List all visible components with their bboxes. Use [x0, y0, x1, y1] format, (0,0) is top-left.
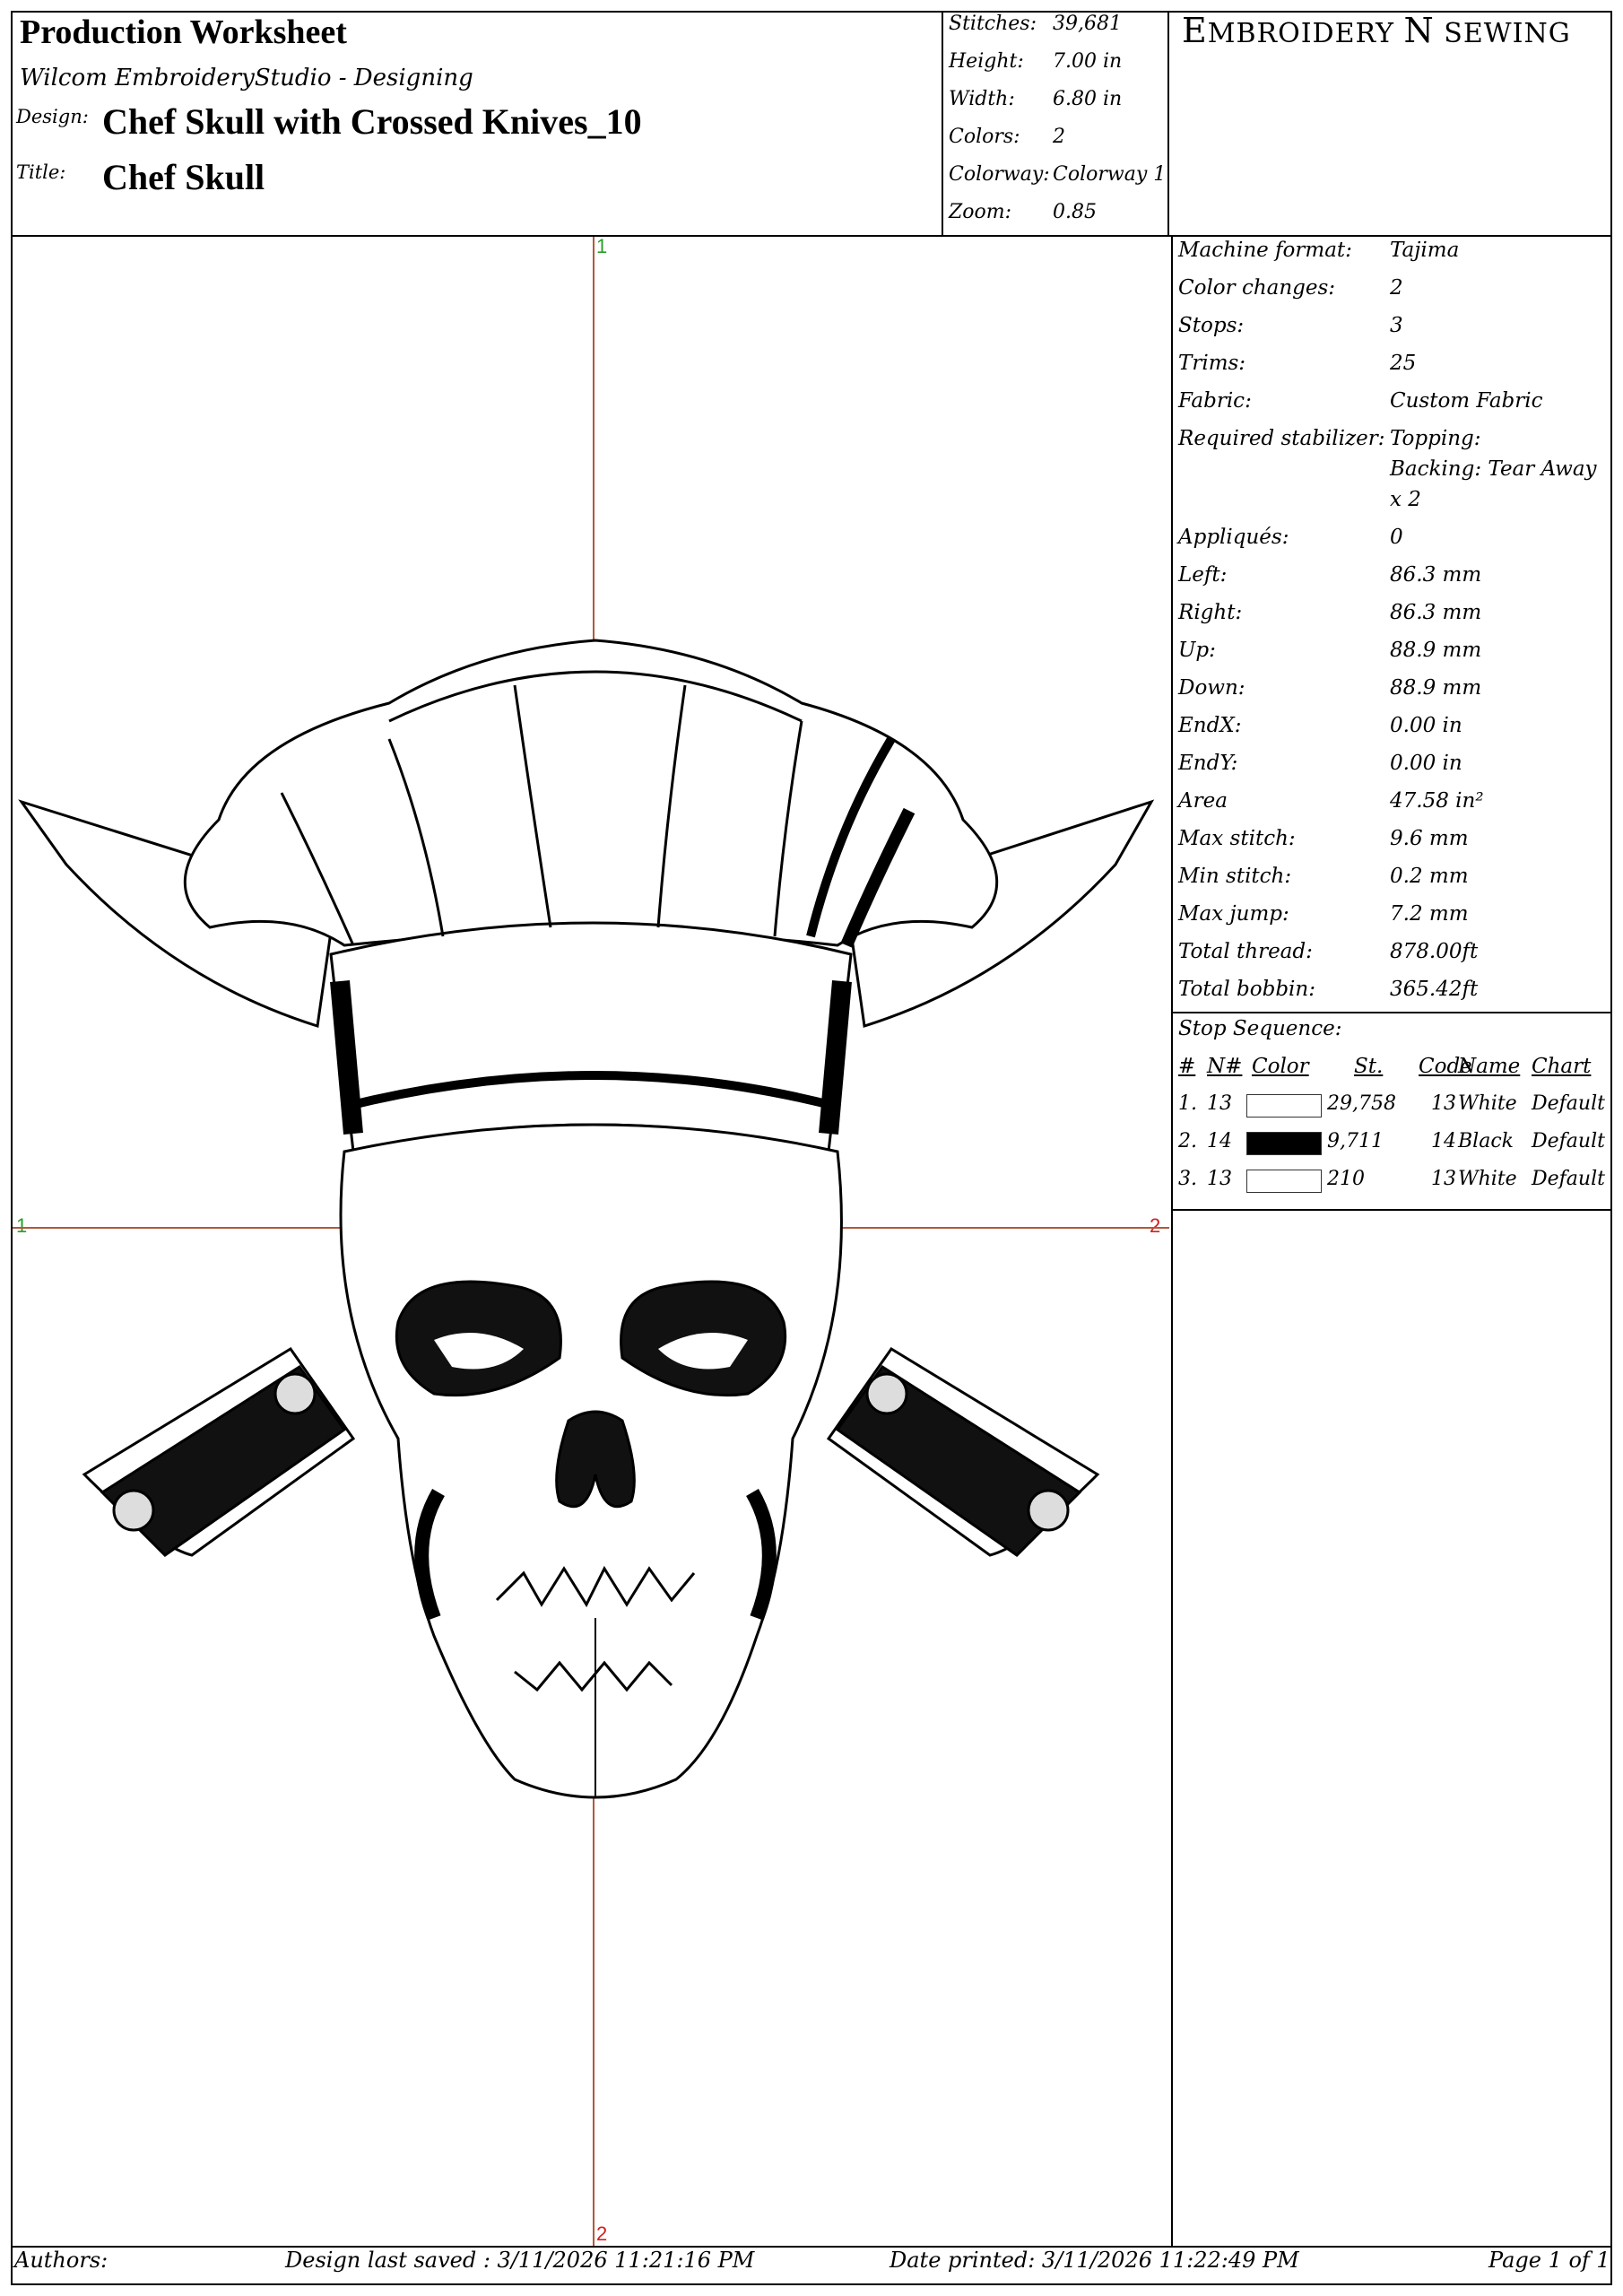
sequence-cell-n: 13: [1207, 1092, 1232, 1115]
spec-value: Backing: Tear Away: [1390, 457, 1597, 481]
sequence-cell-code: 13: [1431, 1092, 1456, 1115]
sequence-column-header: N#: [1207, 1055, 1243, 1078]
spec-label: EndY:: [1178, 752, 1238, 775]
spec-label: Area: [1178, 789, 1228, 813]
specs-divider: [1171, 1012, 1612, 1013]
title-value: Chef Skull: [102, 157, 265, 197]
footer-last-saved: Design last saved : 3/11/2026 11:21:16 P…: [285, 2248, 755, 2273]
spec-value: 3: [1390, 314, 1403, 337]
sequence-cell-n: 14: [1207, 1130, 1232, 1152]
stat-label: Height:: [949, 50, 1024, 73]
spec-label: Up:: [1178, 639, 1216, 662]
spec-value: 86.3 mm: [1390, 601, 1482, 624]
spec-value: 0.00 in: [1390, 752, 1462, 775]
sequence-cell-n: 13: [1207, 1168, 1232, 1190]
sequence-column-header: #: [1178, 1055, 1196, 1078]
sequence-cell-chart: Default: [1532, 1130, 1605, 1152]
spec-value: Topping:: [1390, 427, 1481, 450]
sequence-cell-st: 9,711: [1327, 1130, 1384, 1152]
sequence-cell-code: 13: [1431, 1168, 1456, 1190]
spec-label: Color changes:: [1178, 276, 1336, 300]
thread-color-swatch: [1246, 1094, 1322, 1118]
spec-value: 86.3 mm: [1390, 563, 1482, 587]
sequence-cell-chart: Default: [1532, 1092, 1605, 1115]
footer-page-number: Page 1 of 1: [1488, 2248, 1610, 2273]
header-brand-divider: [1167, 11, 1169, 237]
design-label: Design:: [16, 106, 89, 127]
spec-label: EndX:: [1178, 714, 1242, 737]
spec-label: Left:: [1178, 563, 1228, 587]
spec-label: Trims:: [1178, 352, 1246, 375]
sequence-cell-st: 29,758: [1327, 1092, 1396, 1115]
stat-value: 2: [1053, 126, 1065, 148]
spec-label: Max jump:: [1178, 902, 1289, 926]
spec-label: Machine format:: [1178, 239, 1352, 262]
stat-label: Zoom:: [949, 201, 1012, 223]
spec-value: 878.00ft: [1390, 940, 1479, 963]
stat-value: 0.85: [1053, 201, 1097, 223]
chef-skull-artwork: [18, 639, 1155, 1799]
spec-label: Required stabilizer:: [1178, 427, 1385, 450]
sequence-column-header: Name: [1458, 1055, 1521, 1078]
design-name: Chef Skull with Crossed Knives_10: [102, 101, 642, 142]
sequence-cell-chart: Default: [1532, 1168, 1605, 1190]
stat-value: 6.80 in: [1053, 88, 1123, 110]
spec-label: Fabric:: [1178, 389, 1252, 413]
footer-date-printed: Date printed: 3/11/2026 11:22:49 PM: [890, 2248, 1299, 2273]
spec-label: Stops:: [1178, 314, 1245, 337]
sequence-cell-code: 14: [1431, 1130, 1456, 1152]
brand-logo: EMBROIDERY N SEWING: [1182, 11, 1571, 50]
spec-label: Appliqués:: [1178, 526, 1289, 549]
sequence-cell-st: 210: [1327, 1168, 1365, 1190]
worksheet-title: Production Worksheet: [20, 13, 347, 51]
sequence-cell-num: 1.: [1178, 1092, 1197, 1115]
spec-value: 365.42ft: [1390, 978, 1479, 1001]
spec-value: 47.58 in²: [1390, 789, 1484, 813]
footer-authors: Authors:: [14, 2248, 108, 2273]
design-preview: [13, 237, 1169, 2246]
spec-value: 7.2 mm: [1390, 902, 1469, 926]
title-label: Title:: [16, 161, 66, 183]
spec-label: Max stitch:: [1178, 827, 1296, 850]
sequence-cell-num: 3.: [1178, 1168, 1197, 1190]
spec-label: Total bobbin:: [1178, 978, 1315, 1001]
spec-value: Tajima: [1390, 239, 1460, 262]
stat-label: Width:: [949, 88, 1015, 110]
sequence-column-header: St.: [1354, 1055, 1384, 1078]
spec-value: x 2: [1390, 488, 1421, 511]
stat-value: 39,681: [1053, 13, 1122, 35]
sequence-cell-name: Black: [1458, 1130, 1514, 1152]
thread-color-swatch: [1246, 1170, 1322, 1193]
spec-label: Right:: [1178, 601, 1243, 624]
spec-value: 0: [1390, 526, 1403, 549]
sequence-column-header: Chart: [1532, 1055, 1592, 1078]
stat-label: Colors:: [949, 126, 1020, 148]
stat-label: Stitches:: [949, 13, 1037, 35]
thread-color-swatch: [1246, 1132, 1322, 1155]
sequence-cell-name: White: [1458, 1168, 1517, 1190]
footer-divider: [11, 2246, 1612, 2248]
spec-value: 2: [1390, 276, 1403, 300]
spec-value: 0.00 in: [1390, 714, 1462, 737]
spec-label: Total thread:: [1178, 940, 1313, 963]
sequence-cell-name: White: [1458, 1092, 1517, 1115]
spec-value: 88.9 mm: [1390, 676, 1482, 700]
sequence-divider: [1171, 1209, 1612, 1211]
spec-value: Custom Fabric: [1390, 389, 1543, 413]
header-stats-divider: [942, 11, 943, 237]
spec-value: 9.6 mm: [1390, 827, 1469, 850]
stat-value: 7.00 in: [1053, 50, 1123, 73]
spec-label: Min stitch:: [1178, 865, 1292, 888]
stat-value: Colorway 1: [1053, 163, 1167, 186]
right-panel-divider: [1171, 235, 1173, 2248]
stat-label: Colorway:: [949, 163, 1050, 186]
sequence-column-header: Color: [1252, 1055, 1309, 1078]
spec-label: Down:: [1178, 676, 1245, 700]
spec-value: 88.9 mm: [1390, 639, 1482, 662]
stop-sequence-title: Stop Sequence:: [1178, 1017, 1342, 1040]
sequence-cell-num: 2.: [1178, 1130, 1197, 1152]
software-name: Wilcom EmbroideryStudio - Designing: [20, 65, 473, 91]
spec-value: 0.2 mm: [1390, 865, 1469, 888]
spec-value: 25: [1390, 352, 1417, 375]
